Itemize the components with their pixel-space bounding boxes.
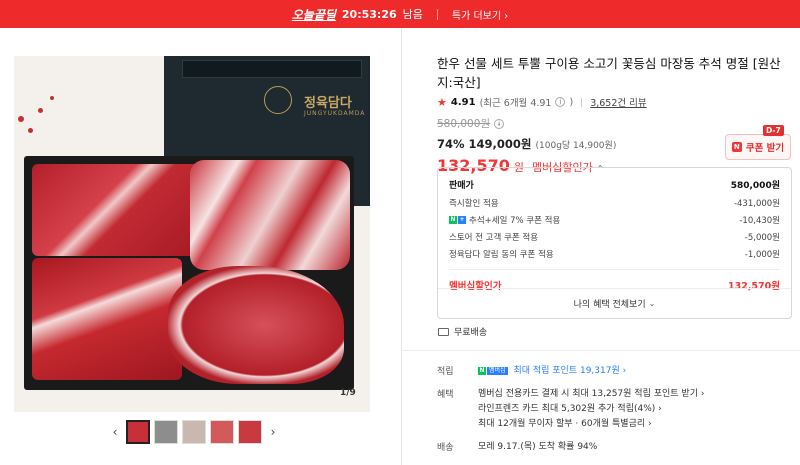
shipping-row: 무료배송	[438, 325, 487, 338]
breakdown-row: 판매가 580,000원	[449, 174, 780, 194]
naver-membership-badge: N 멤버십	[478, 366, 508, 375]
breakdown-row: 정육담다 알림 동의 쿠폰 적용 -1,000원	[449, 245, 780, 262]
breakdown-label: 추석+세일 7% 쿠폰 적용	[469, 215, 561, 226]
product-info: 한우 선물 세트 투뿔 구이용 소고기 꽃등심 마장동 추석 명절 [원산지:국…	[437, 28, 792, 175]
benefit-line[interactable]: 최대 12개월 무이자 할부 · 60개월 특별금리 ›	[478, 417, 704, 432]
decoration	[18, 116, 24, 122]
thumbnail[interactable]	[182, 420, 206, 444]
breakdown-value: 580,000원	[730, 180, 780, 191]
all-benefits-label: 나의 혜택 전체보기	[573, 300, 646, 310]
decoration	[38, 108, 43, 113]
rating-detail: (최근 6개월 4.91	[479, 98, 552, 109]
info-icon[interactable]: i	[494, 118, 505, 129]
unit-price: (100g당 14,900원)	[535, 141, 617, 151]
thumbnail[interactable]	[126, 420, 150, 444]
brand-logo-subtitle: JUNGYUKDAMDA	[304, 110, 366, 117]
thumbnail[interactable]	[210, 420, 234, 444]
divider	[436, 8, 438, 20]
benefit-details: 적립 N 멤버십 최대 적립 포인트 19,317원 › 혜택 멤버십 전용카드 …	[437, 364, 792, 455]
price-breakdown: 판매가 580,000원 즉시할인 적용 -431,000원 N + 추석+세일 …	[437, 167, 792, 319]
chevron-left-icon[interactable]: ‹	[108, 425, 122, 439]
review-count-link[interactable]: 3,652건 리뷰	[590, 95, 646, 109]
divider	[449, 269, 780, 270]
breakdown-row: N + 추석+세일 7% 쿠폰 적용 -10,430원	[449, 211, 780, 228]
deal-timer: 20:53:26	[341, 7, 397, 21]
product-title: 한우 선물 세트 투뿔 구이용 소고기 꽃등심 마장동 추석 명절 [원산지:국…	[437, 56, 781, 90]
product-gallery: 정육담다 JUNGYUKDAMDA 1/9 ‹ ›	[0, 28, 402, 465]
breakdown-value: -1,000원	[744, 249, 780, 260]
truck-icon	[438, 327, 449, 336]
breakdown-row: 즉시할인 적용 -431,000원	[449, 194, 780, 211]
deal-banner: 오늘끝딜 20:53:26 남음 특가 더보기 ›	[0, 0, 800, 28]
deal-timer-suffix: 남음	[402, 8, 423, 21]
points-value: 최대 적립 포인트 19,317원 ›	[513, 366, 627, 376]
thumbnail[interactable]	[154, 420, 178, 444]
decoration	[50, 96, 54, 100]
shipping-label: 무료배송	[454, 328, 488, 338]
points-value-wrap[interactable]: N 멤버십 최대 적립 포인트 19,317원 ›	[478, 364, 626, 379]
benefit-line[interactable]: 멤버십 전용카드 결제 시 최대 13,257원 적립 포인트 받기 ›	[478, 387, 704, 402]
benefits-row: 혜택 멤버십 전용카드 결제 시 최대 13,257원 적립 포인트 받기 › …	[437, 387, 792, 432]
divider	[581, 97, 583, 107]
discount-rate: 74%	[437, 137, 465, 151]
coupon-dday-badge: D-7	[763, 125, 784, 136]
rating-row: ★ 4.91 (최근 6개월 4.91 i) 3,652건 리뷰	[437, 95, 792, 110]
star-icon: ★	[437, 95, 447, 109]
coupon-button[interactable]: N 쿠폰 받기	[725, 134, 791, 160]
original-price-row: 580,000원 i	[437, 116, 792, 131]
more-deals-link[interactable]: 특가 더보기 ›	[452, 7, 508, 22]
divider	[402, 350, 800, 351]
breakdown-row: 스토어 전 고객 쿠폰 적용 -5,000원	[449, 228, 780, 245]
delivery-value: 모레 9.17.(목) 도착 확률 94%	[478, 442, 598, 452]
thumbnail-strip: ‹ ›	[108, 420, 280, 444]
sale-price: 149,000원	[468, 137, 532, 151]
meat-piece	[190, 160, 350, 270]
chevron-right-icon[interactable]: ›	[266, 425, 280, 439]
breakdown-label: 즉시할인 적용	[449, 198, 499, 209]
gift-box-band	[182, 60, 362, 78]
coupon-button-label: 쿠폰 받기	[745, 143, 785, 154]
info-icon[interactable]: i	[555, 97, 566, 107]
today-deal-label: 오늘끝딜	[291, 7, 336, 22]
breakdown-value: -5,000원	[744, 232, 780, 243]
breakdown-label: 판매가	[449, 180, 474, 191]
thumbnail[interactable]	[238, 420, 262, 444]
brand-logo-mark	[264, 86, 292, 114]
benefits-key: 혜택	[437, 390, 454, 400]
points-key: 적립	[437, 367, 454, 377]
all-benefits-button[interactable]: 나의 혜택 전체보기 ⌄	[438, 288, 791, 318]
original-price: 580,000원	[437, 118, 491, 130]
rating-value: 4.91	[450, 96, 476, 108]
breakdown-label: 스토어 전 고객 쿠폰 적용	[449, 232, 539, 243]
breakdown-label: 정육담다 알림 동의 쿠폰 적용	[449, 249, 554, 260]
rating-detail-close: )	[569, 96, 574, 108]
meat-piece	[32, 164, 202, 256]
brand-logo-text: 정육담다	[304, 96, 352, 111]
breakdown-value: -10,430원	[739, 215, 780, 226]
main-product-image[interactable]: 정육담다 JUNGYUKDAMDA	[14, 56, 370, 412]
meat-piece	[168, 266, 344, 384]
breakdown-value: -431,000원	[733, 198, 780, 209]
delivery-key: 배송	[437, 443, 454, 453]
chevron-down-icon: ⌄	[648, 299, 656, 308]
naver-plus-icon: N +	[449, 215, 466, 224]
meat-piece	[32, 258, 182, 380]
delivery-row: 배송 모레 9.17.(목) 도착 확률 94%	[437, 440, 792, 455]
points-row: 적립 N 멤버십 최대 적립 포인트 19,317원 ›	[437, 364, 792, 379]
benefit-line[interactable]: 라인프렌즈 카드 최대 5,302원 추가 적립(4%) ›	[478, 402, 704, 417]
image-counter: 1/9	[340, 388, 356, 398]
decoration	[28, 128, 33, 133]
naver-icon: N	[731, 142, 742, 152]
